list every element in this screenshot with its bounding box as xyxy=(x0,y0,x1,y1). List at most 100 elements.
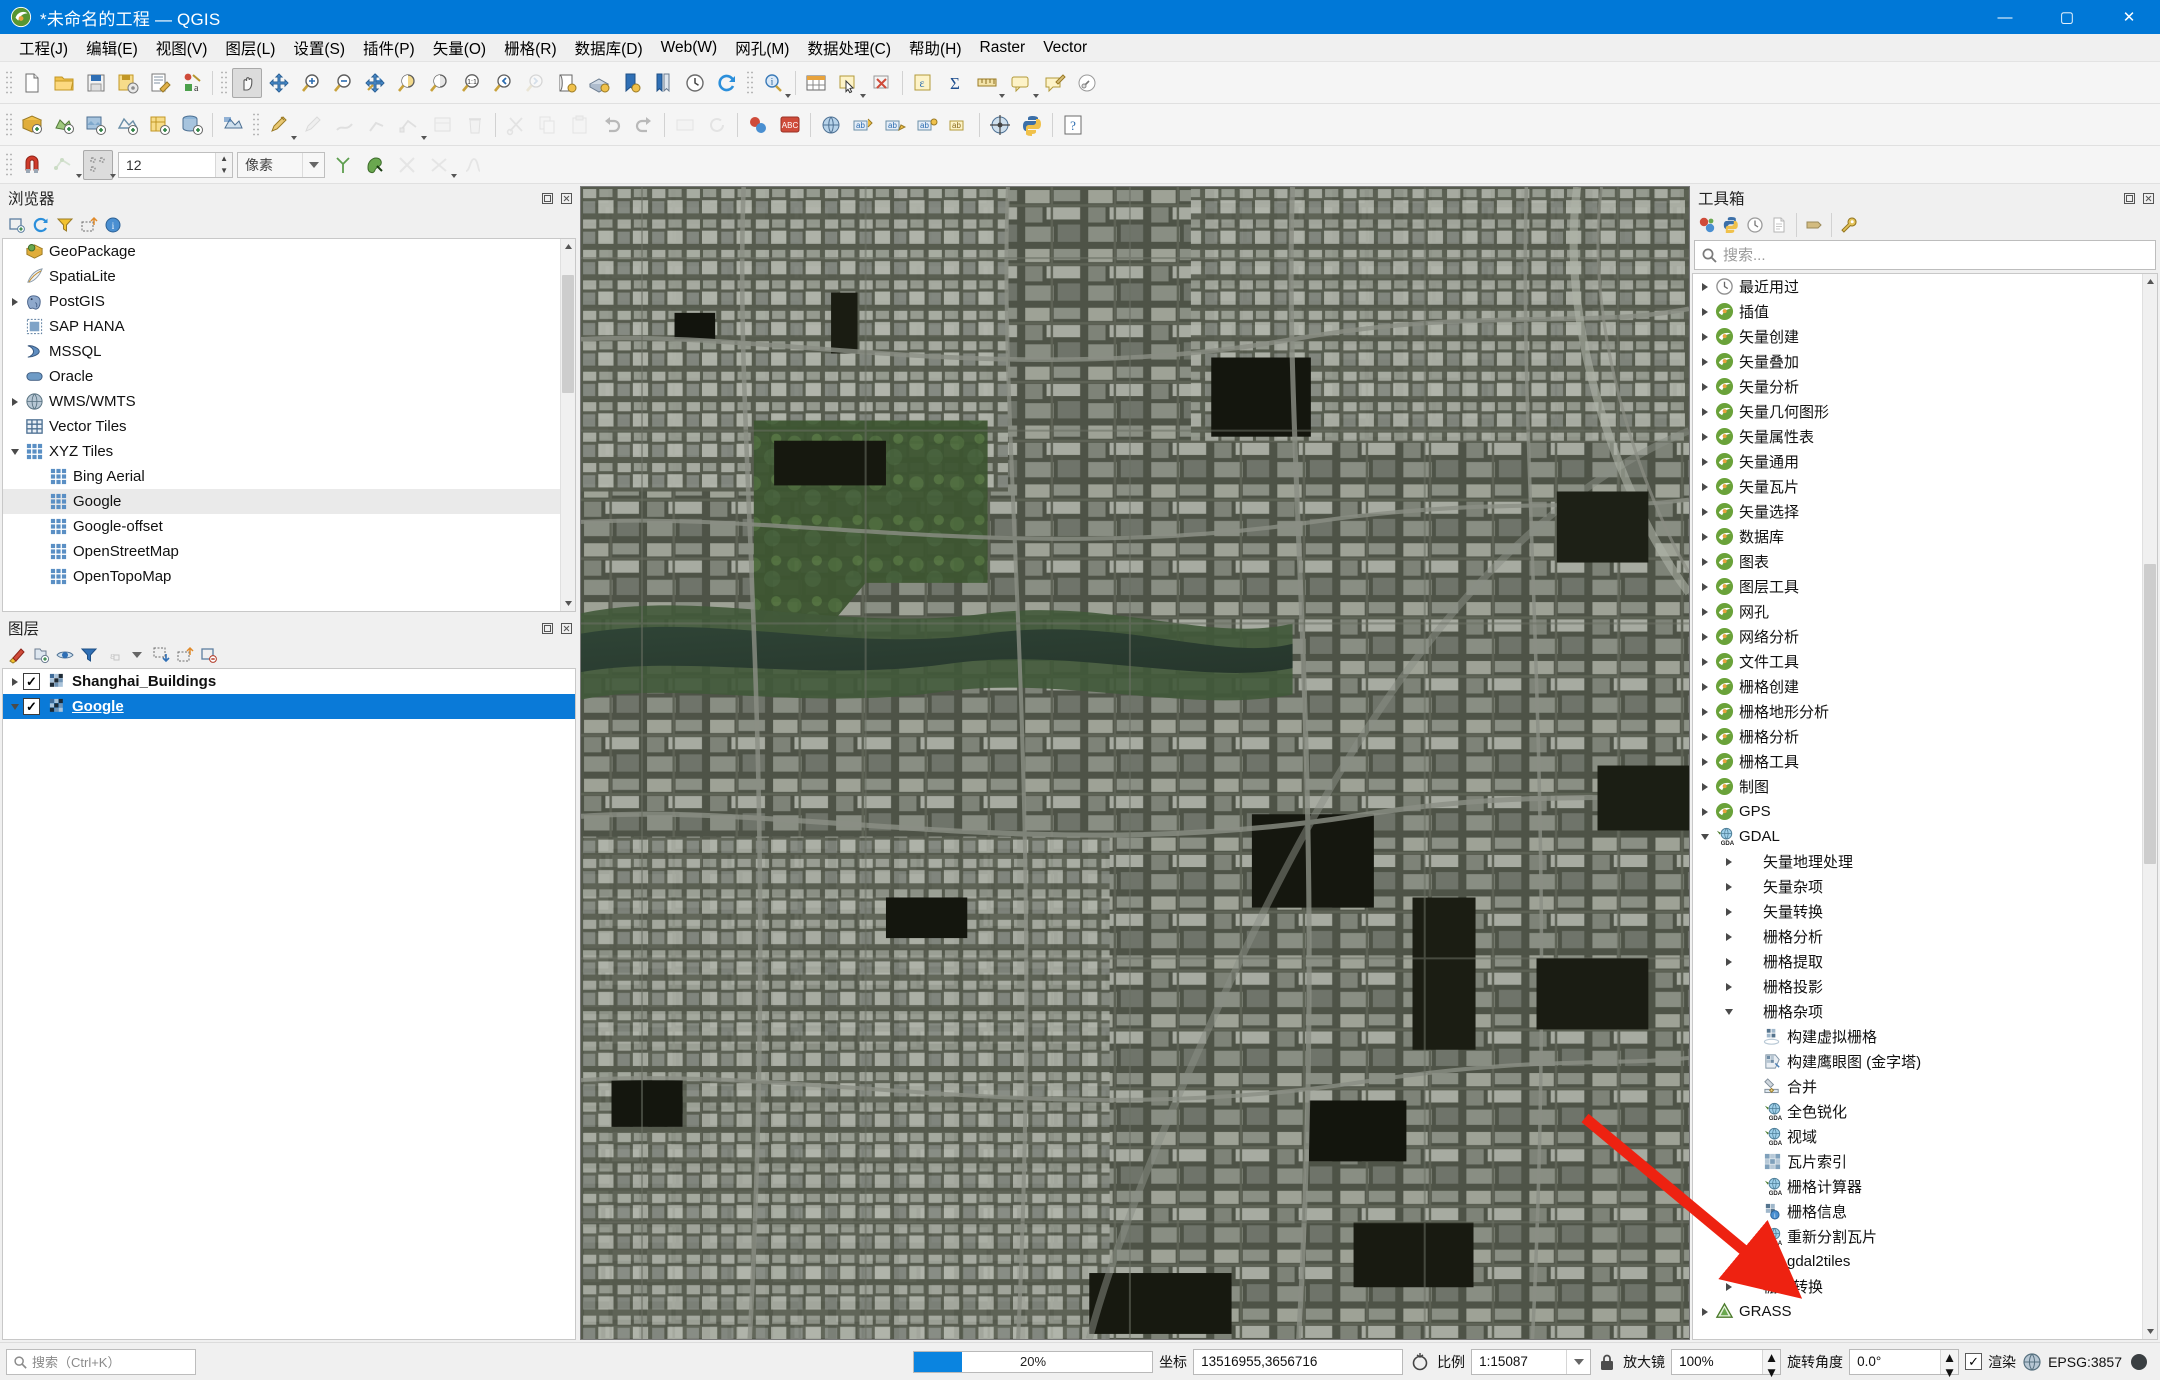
toolbox-item-10[interactable]: 数据库 xyxy=(1693,524,2157,549)
magnifier-stepper[interactable]: 100% ▲ ▼ xyxy=(1671,1349,1781,1375)
crs-label[interactable]: EPSG:3857 xyxy=(2048,1354,2122,1370)
chevron-right-icon[interactable] xyxy=(1697,508,1713,516)
zoom-to-selection-button[interactable] xyxy=(392,68,422,98)
chevron-right-icon[interactable] xyxy=(1697,1308,1713,1316)
chevron-right-icon[interactable] xyxy=(7,678,23,686)
save-layer-edits-button[interactable] xyxy=(330,110,360,140)
zoom-next-button[interactable] xyxy=(520,68,550,98)
options-wrench-icon[interactable] xyxy=(1838,214,1860,236)
chevron-right-icon[interactable] xyxy=(1697,708,1713,716)
history-clock-icon[interactable] xyxy=(1744,214,1766,236)
menu-raster-plugin[interactable]: Raster xyxy=(971,36,1035,60)
georeferencer-button[interactable] xyxy=(985,110,1015,140)
chevron-right-icon[interactable] xyxy=(1697,633,1713,641)
new-3d-map-view-button[interactable] xyxy=(584,68,614,98)
browser-close-button[interactable] xyxy=(558,190,574,206)
text-annotation-button[interactable] xyxy=(1072,68,1102,98)
select-by-expression-button[interactable]: ε xyxy=(908,68,938,98)
chevron-right-icon[interactable] xyxy=(1697,408,1713,416)
topological-editing-button[interactable] xyxy=(328,150,358,180)
menu-vector[interactable]: 矢量(O) xyxy=(424,34,495,62)
toolbox-item-12[interactable]: 图层工具 xyxy=(1693,574,2157,599)
pan-to-selection-button[interactable] xyxy=(264,68,294,98)
rotation-stepper[interactable]: 0.0° ▲ ▼ xyxy=(1849,1349,1959,1375)
select-features-button[interactable] xyxy=(833,68,863,98)
browser-item-4[interactable]: MSSQL xyxy=(3,339,575,364)
temporal-controller-button[interactable] xyxy=(680,68,710,98)
add-wms-layer-button[interactable] xyxy=(816,110,846,140)
toolbox-item-15[interactable]: 文件工具 xyxy=(1693,649,2157,674)
toolbox-tree-rows[interactable]: 最近用过插值矢量创建矢量叠加矢量分析矢量几何图形矢量属性表矢量通用矢量瓦片矢量选… xyxy=(1693,274,2157,1339)
zoom-in-button[interactable] xyxy=(296,68,326,98)
layout-manager-button[interactable] xyxy=(145,68,175,98)
magnifier-stepper-arrows[interactable]: ▲ ▼ xyxy=(1762,1350,1780,1374)
change-label-button[interactable]: ab xyxy=(880,110,910,140)
chevron-right-icon[interactable] xyxy=(1697,733,1713,741)
toolbox-item-36[interactable]: GDAL栅格计算器 xyxy=(1693,1174,2157,1199)
browser-scroll-down[interactable] xyxy=(561,596,575,611)
filter-icon[interactable] xyxy=(54,214,76,236)
new-shapefile-layer-button[interactable] xyxy=(218,110,248,140)
open-project-button[interactable] xyxy=(49,68,79,98)
toolbox-item-26[interactable]: 栅格分析 xyxy=(1693,924,2157,949)
modify-attributes-button[interactable] xyxy=(428,110,458,140)
layers-tree[interactable]: ✓Shanghai_Buildings✓Google xyxy=(2,668,576,1340)
refresh-icon[interactable] xyxy=(30,214,52,236)
enable-snapping-button[interactable] xyxy=(17,150,47,180)
add-delimited-text-layer-button[interactable] xyxy=(145,110,175,140)
models-icon[interactable] xyxy=(1696,214,1718,236)
toolbox-scroll-up[interactable] xyxy=(2143,274,2157,289)
highlight-label-button[interactable]: ab xyxy=(944,110,974,140)
collapse-all-icon-layers[interactable] xyxy=(174,644,196,666)
results-document-icon[interactable] xyxy=(1768,214,1790,236)
help-button[interactable]: ? xyxy=(1058,110,1088,140)
stepper-arrows[interactable]: ▲ ▼ xyxy=(215,153,232,177)
zoom-last-button[interactable] xyxy=(488,68,518,98)
deselect-features-button[interactable] xyxy=(867,68,897,98)
cut-features-button[interactable] xyxy=(501,110,531,140)
close-button[interactable]: ✕ xyxy=(2098,0,2160,34)
new-map-view-button[interactable] xyxy=(552,68,582,98)
menu-vector-plugin[interactable]: Vector xyxy=(1034,36,1096,60)
maximize-button[interactable]: ▢ xyxy=(2036,0,2098,34)
toolbox-item-39[interactable]: GDALgdal2tiles xyxy=(1693,1249,2157,1274)
chevron-down-icon-4[interactable] xyxy=(1033,94,1039,98)
stepper-up[interactable]: ▲ xyxy=(216,153,232,165)
toolbox-item-3[interactable]: 矢量叠加 xyxy=(1693,349,2157,374)
copy-features-button[interactable] xyxy=(533,110,563,140)
chevron-right-icon[interactable] xyxy=(1697,433,1713,441)
coordinate-toggle-icon[interactable] xyxy=(1409,1351,1431,1373)
add-group-icon[interactable] xyxy=(30,644,52,666)
menu-mesh[interactable]: 网孔(M) xyxy=(726,34,798,62)
layers-float-button[interactable] xyxy=(539,620,555,636)
add-raster-layer-button[interactable] xyxy=(81,110,111,140)
toolbox-item-9[interactable]: 矢量选择 xyxy=(1693,499,2157,524)
layer-visibility-checkbox[interactable]: ✓ xyxy=(23,698,40,715)
lock-scale-icon[interactable] xyxy=(1597,1352,1617,1372)
chevron-down-icon-3[interactable] xyxy=(999,94,1005,98)
toolbar-grip[interactable] xyxy=(5,70,13,96)
filter-legend-icon[interactable] xyxy=(78,644,100,666)
toolbox-item-21[interactable]: GPS xyxy=(1693,799,2157,824)
add-mesh-layer-button[interactable] xyxy=(113,110,143,140)
magnifier-down[interactable]: ▼ xyxy=(1763,1365,1780,1380)
chevron-right-icon[interactable] xyxy=(1697,783,1713,791)
chevron-right-icon[interactable] xyxy=(1697,808,1713,816)
browser-scrollbar[interactable] xyxy=(560,239,575,611)
expand-all-icon[interactable] xyxy=(150,644,172,666)
measure-button[interactable] xyxy=(972,68,1002,98)
open-layer-styling-icon[interactable] xyxy=(6,644,28,666)
vertex-tool-button[interactable] xyxy=(394,110,424,140)
zoom-to-layer-button[interactable] xyxy=(424,68,454,98)
paste-features-button[interactable] xyxy=(565,110,595,140)
toolbox-item-11[interactable]: 图表 xyxy=(1693,549,2157,574)
browser-item-1[interactable]: SpatiaLite xyxy=(3,264,575,289)
chevron-right-icon[interactable] xyxy=(7,298,23,306)
style-manager-button[interactable]: a xyxy=(177,68,207,98)
chevron-right-icon[interactable] xyxy=(1721,933,1737,941)
toolbox-item-40[interactable]: 栅格转换 xyxy=(1693,1274,2157,1299)
browser-item-7[interactable]: Vector Tiles xyxy=(3,414,575,439)
browser-scroll-thumb[interactable] xyxy=(562,275,574,393)
chevron-right-icon[interactable] xyxy=(1697,533,1713,541)
chevron-down-icon-legend[interactable] xyxy=(126,644,148,666)
